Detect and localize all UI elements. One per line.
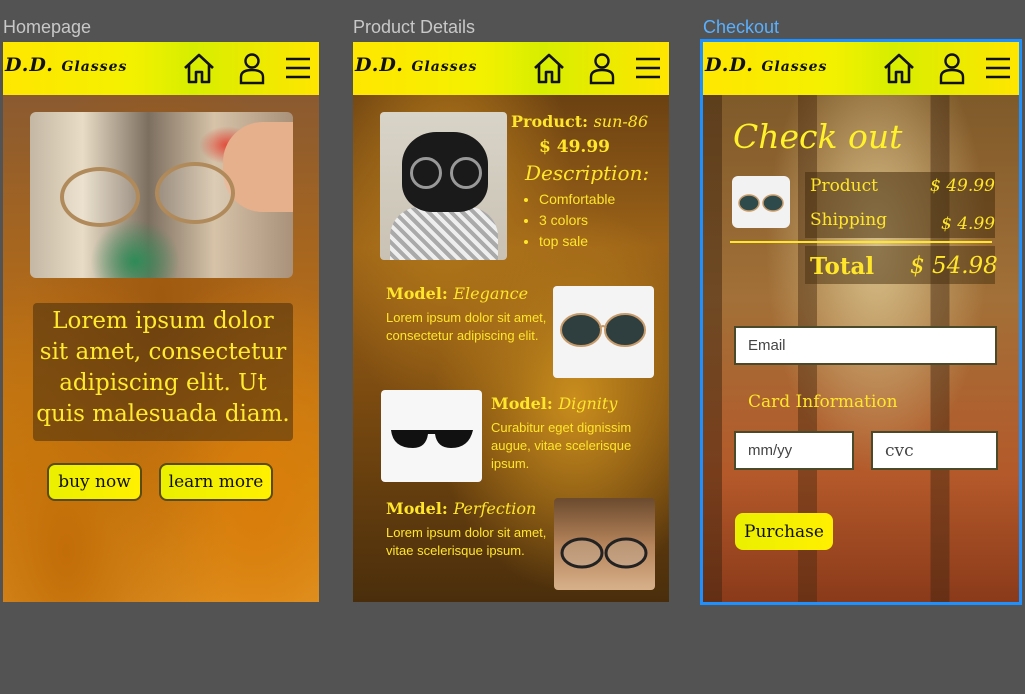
product-line-price: $ 49.99: [930, 176, 995, 196]
model-elegance[interactable]: Model: Elegance Lorem ipsum dolor sit am…: [386, 284, 551, 345]
elegance-glasses-image[interactable]: [553, 286, 654, 378]
home-icon[interactable]: [881, 50, 917, 86]
menu-icon[interactable]: [280, 50, 316, 86]
header-bar: D.D. Glasses: [3, 42, 319, 95]
frame-label-homepage[interactable]: Homepage: [3, 17, 91, 38]
learn-more-button[interactable]: learn more: [159, 463, 273, 501]
hero-text: Lorem ipsum dolor sit amet, consectetur …: [33, 303, 293, 441]
logo[interactable]: D.D. Glasses: [705, 54, 827, 76]
model-title: Model: Perfection: [386, 499, 537, 518]
product-name: Product: sun-86: [511, 112, 649, 131]
homepage-frame[interactable]: D.D. Glasses Lorem ipsum dolor sit amet,…: [3, 42, 319, 602]
model-perfection[interactable]: Model: Perfection Lorem ipsum dolor sit …: [386, 499, 551, 560]
model-dignity[interactable]: Model: Dignity Curabitur eget dignissim …: [491, 394, 661, 473]
expiry-field[interactable]: mm/yy: [734, 431, 854, 470]
cart-item-thumbnail: [732, 176, 790, 228]
model-title: Model: Elegance: [386, 284, 529, 303]
user-icon[interactable]: [934, 50, 970, 86]
feature-item: 3 colors: [539, 210, 663, 231]
description-heading: Description:: [525, 161, 650, 185]
hero-glasses-image: [30, 112, 293, 278]
product-line-label: Product: [810, 176, 878, 196]
logo[interactable]: D.D. Glasses: [5, 54, 127, 76]
frame-label-checkout[interactable]: Checkout: [703, 17, 779, 38]
product-price: $ 49.99: [539, 137, 610, 157]
feature-item: top sale: [539, 231, 663, 252]
header-bar: D.D. Glasses: [703, 42, 1019, 95]
product-info: Product: sun-86 $ 49.99 Description: Com…: [511, 112, 663, 262]
model-description: Curabitur eget dignissim augue, vitae sc…: [491, 420, 632, 471]
header-bar: D.D. Glasses: [353, 42, 669, 95]
cvc-field[interactable]: cvc: [871, 431, 998, 470]
email-field[interactable]: Email: [734, 326, 997, 365]
dignity-glasses-image[interactable]: [381, 390, 482, 482]
shipping-line-label: Shipping: [810, 210, 888, 230]
checkout-title: Check out: [733, 117, 903, 156]
shipping-line-price: $ 4.99: [941, 214, 996, 234]
perfection-glasses-image[interactable]: [554, 498, 655, 590]
checkout-frame[interactable]: D.D. Glasses Check out Product $ 49.99 S…: [700, 39, 1022, 605]
model-title: Model: Dignity: [491, 394, 618, 413]
logo[interactable]: D.D. Glasses: [355, 54, 477, 76]
model-description: Lorem ipsum dolor sit amet, consectetur …: [386, 310, 547, 343]
feature-list: Comfortable 3 colors top sale: [539, 189, 663, 252]
user-icon[interactable]: [234, 50, 270, 86]
home-icon[interactable]: [531, 50, 567, 86]
pug-glasses-image: [380, 112, 507, 260]
purchase-button[interactable]: Purchase: [735, 513, 833, 550]
frame-label-product-details[interactable]: Product Details: [353, 17, 475, 38]
total-price: $ 54.98: [910, 253, 998, 279]
summary-divider: [730, 241, 992, 243]
user-icon[interactable]: [584, 50, 620, 86]
model-description: Lorem ipsum dolor sit amet, vitae sceler…: [386, 525, 547, 558]
home-icon[interactable]: [181, 50, 217, 86]
product-details-frame[interactable]: D.D. Glasses Product: sun-86 $ 49.99 Des…: [353, 42, 669, 602]
menu-icon[interactable]: [980, 50, 1016, 86]
total-label: Total: [810, 253, 875, 280]
buy-now-button[interactable]: buy now: [47, 463, 142, 501]
menu-icon[interactable]: [630, 50, 666, 86]
feature-item: Comfortable: [539, 189, 663, 210]
card-info-label: Card Information: [748, 392, 898, 412]
